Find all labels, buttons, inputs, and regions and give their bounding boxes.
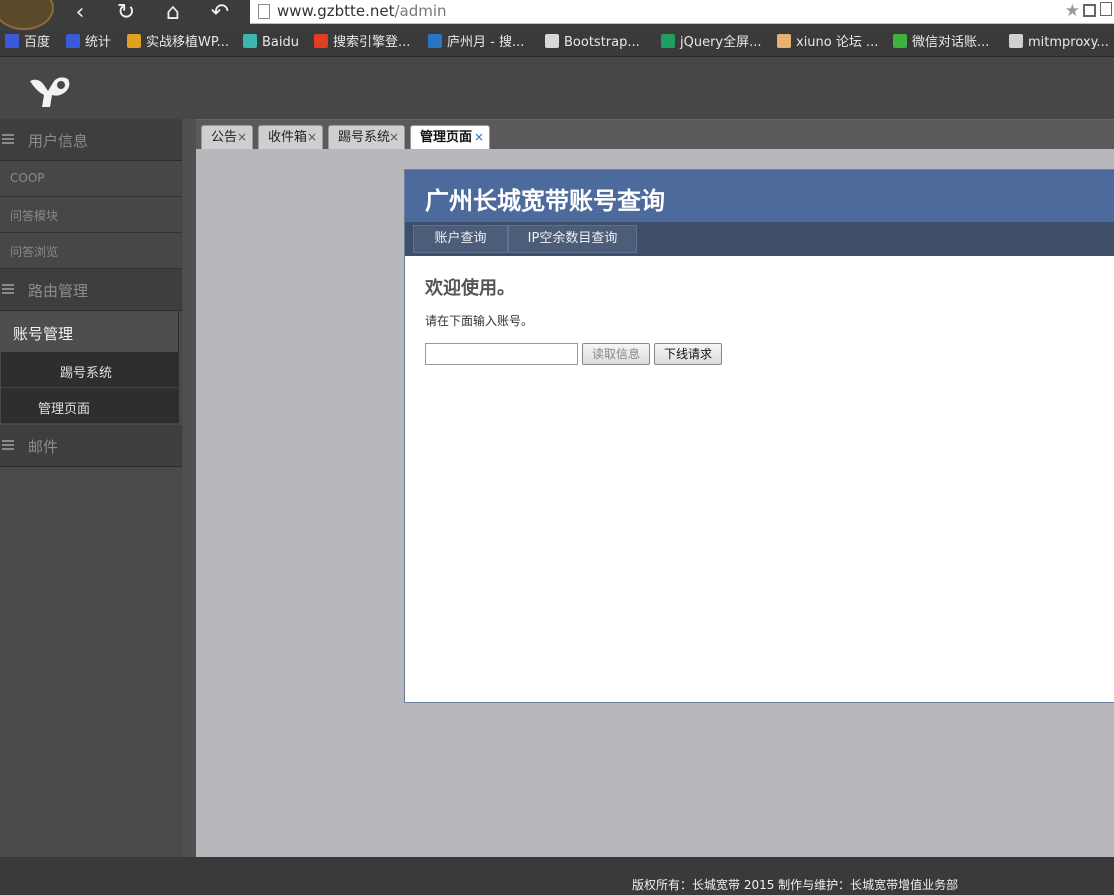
sidebar-item-kick-system[interactable]: 踢号系统 xyxy=(1,352,179,388)
logo-icon[interactable] xyxy=(28,75,72,109)
tab-label: 收件箱 xyxy=(268,130,308,145)
content-area: 广州长城宽带账号查询 账户查询 IP空余数目查询 欢迎使用。 请在下面输入账号。… xyxy=(196,149,1114,857)
bookmark-mitmproxy[interactable]: mitmproxy... xyxy=(1009,34,1109,54)
tab-label: 公告 xyxy=(211,130,238,145)
bookmark-search-engine[interactable]: 搜索引擎登... xyxy=(314,34,410,54)
list-icon xyxy=(2,440,14,450)
sidebar-gutter xyxy=(183,119,196,857)
browser-toolbar: ‹ ↻ ⌂ ↶ www.gzbtte.net/admin ★ xyxy=(0,0,1114,30)
sidebar-item-label: 管理页面 xyxy=(38,402,91,417)
sidebar-group-router[interactable]: 路由管理 xyxy=(0,269,182,311)
footer: 版权所有：长城宽带 2015 制作与维护：长城宽带增值业务部 xyxy=(0,857,1114,895)
bookmark-xiuno[interactable]: xiuno 论坛 ... xyxy=(777,34,878,54)
tab-inbox[interactable]: 收件箱 × xyxy=(258,125,323,150)
sidebar-item-label: COOP xyxy=(10,171,45,185)
reload-icon[interactable]: ↻ xyxy=(110,1,142,25)
site-icon xyxy=(661,34,675,48)
qr-icon xyxy=(893,34,907,48)
site-icon xyxy=(428,34,442,48)
bookmark-stats[interactable]: 统计 xyxy=(66,34,111,54)
back-icon[interactable]: ‹ xyxy=(64,1,96,25)
close-icon[interactable]: × xyxy=(389,126,399,149)
welcome-heading: 欢迎使用。 xyxy=(425,278,515,299)
bookmark-bootstrap[interactable]: Bootstrap... xyxy=(545,34,640,54)
cloud-icon xyxy=(1009,34,1023,48)
close-icon[interactable]: × xyxy=(474,126,484,149)
bookmark-wp[interactable]: 实战移植WP... xyxy=(127,34,229,54)
page-title: 广州长城宽带账号查询 xyxy=(425,186,665,215)
sidebar-group-mail[interactable]: 邮件 xyxy=(0,425,182,467)
bookmark-baidu[interactable]: 百度 xyxy=(5,34,50,54)
sidebar-item-label: 问答浏览 xyxy=(10,245,59,259)
tabs-bar: 公告 × 收件箱 × 踢号系统 × 管理页面 × xyxy=(196,119,1114,150)
sidebar-group-label: 邮件 xyxy=(28,438,59,456)
tab-kick-system[interactable]: 踢号系统 × xyxy=(328,125,405,150)
offline-request-button[interactable]: 下线请求 xyxy=(654,343,722,365)
sidebar-group-label: 账号管理 xyxy=(13,325,74,343)
avatar-icon xyxy=(777,34,791,48)
sidebar-item-label: 踢号系统 xyxy=(60,366,113,381)
app-header xyxy=(0,57,1114,119)
list-icon xyxy=(2,284,14,294)
sidebar-group-account[interactable]: 账号管理 xyxy=(0,312,179,352)
tab-notice[interactable]: 公告 × xyxy=(201,125,253,150)
copyright-text: 版权所有：长城宽带 2015 制作与维护：长城宽带增值业务部 xyxy=(632,878,959,892)
site-icon xyxy=(314,34,328,48)
url-text[interactable]: www.gzbtte.net/admin xyxy=(277,2,447,20)
bookmarks-bar: 百度 统计 实战移植WP... Baidu 搜索引擎登... 庐州月 - 搜..… xyxy=(0,30,1114,57)
tab-label: 管理页面 xyxy=(420,130,473,145)
sidebar-item-qa-browse[interactable]: 问答浏览 xyxy=(0,233,182,269)
paw-icon xyxy=(5,34,19,48)
bookmark-jquery[interactable]: jQuery全屏... xyxy=(661,34,762,54)
query-panel: 广州长城宽带账号查询 账户查询 IP空余数目查询 欢迎使用。 请在下面输入账号。… xyxy=(404,169,1114,703)
close-icon[interactable]: × xyxy=(307,126,317,149)
nav-account-query[interactable]: 账户查询 xyxy=(413,225,508,253)
app-window: ‹ ↻ ⌂ ↶ www.gzbtte.net/admin ★ 百度 统计 实战移… xyxy=(0,0,1114,895)
browser-logo-icon[interactable] xyxy=(0,0,54,30)
more-icon[interactable] xyxy=(1100,2,1112,16)
close-icon[interactable]: × xyxy=(237,126,247,149)
grid-icon xyxy=(545,34,559,48)
bookmark-baidu-en[interactable]: Baidu xyxy=(243,34,299,54)
site-icon xyxy=(243,34,257,48)
nav-ip-query[interactable]: IP空余数目查询 xyxy=(508,225,637,253)
paw-icon xyxy=(66,34,80,48)
prompt-text: 请在下面输入账号。 xyxy=(425,314,534,328)
undo-icon[interactable]: ↶ xyxy=(204,1,236,25)
page-icon xyxy=(258,4,270,19)
sidebar-group-label: 用户信息 xyxy=(28,132,89,150)
list-icon xyxy=(2,134,14,144)
sidebar-item-coop[interactable]: COOP xyxy=(0,161,182,197)
tab-label: 踢号系统 xyxy=(338,130,391,145)
panel-header: 广州长城宽带账号查询 xyxy=(405,170,1114,222)
sidebar-group-label: 路由管理 xyxy=(28,282,89,300)
account-input[interactable] xyxy=(425,343,578,365)
qr-code-icon[interactable] xyxy=(1083,4,1096,17)
sidebar-item-manage-page[interactable]: 管理页面 xyxy=(1,388,179,424)
address-bar[interactable]: www.gzbtte.net/admin ★ xyxy=(250,0,1114,24)
tab-manage-page[interactable]: 管理页面 × xyxy=(410,125,490,150)
star-icon[interactable]: ★ xyxy=(1065,1,1080,21)
sidebar-item-qa-module[interactable]: 问答模块 xyxy=(0,197,182,233)
site-icon xyxy=(127,34,141,48)
sidebar-item-label: 问答模块 xyxy=(10,209,59,223)
sidebar-group-user-info[interactable]: 用户信息 xyxy=(0,119,182,161)
home-icon[interactable]: ⌂ xyxy=(157,1,189,25)
bookmark-luzhouyue[interactable]: 庐州月 - 搜... xyxy=(428,34,524,54)
sidebar: 用户信息 COOP 问答模块 问答浏览 路由管理 账号管理 踢号系统 管理页面 … xyxy=(0,119,183,857)
bookmark-wechat[interactable]: 微信对话账... xyxy=(893,34,989,54)
read-info-button[interactable]: 读取信息 xyxy=(582,343,650,365)
panel-nav: 账户查询 IP空余数目查询 xyxy=(405,222,1114,256)
